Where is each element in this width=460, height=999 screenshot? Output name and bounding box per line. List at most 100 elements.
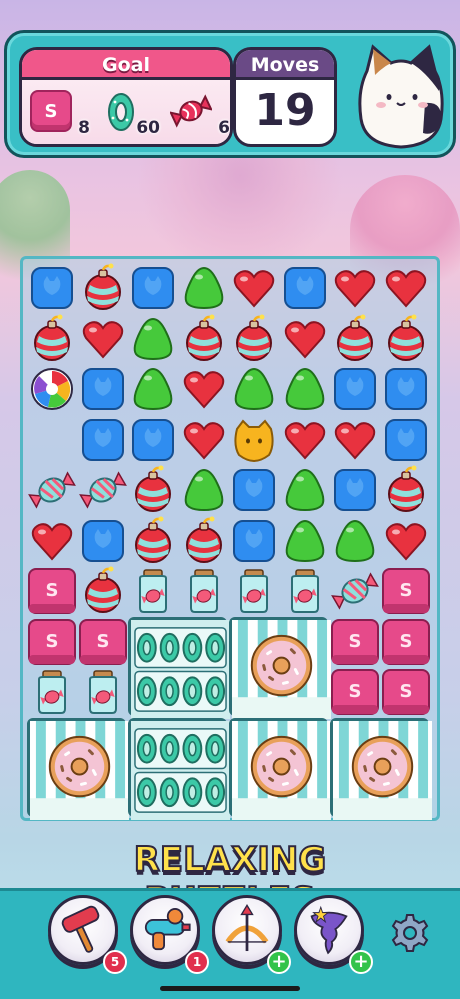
- board-piece-candy[interactable]: [78, 465, 128, 515]
- board-piece-heart[interactable]: [179, 364, 229, 414]
- board-piece-green[interactable]: [229, 364, 279, 414]
- svg-text:S: S: [399, 631, 412, 652]
- goal-count-donut: 60: [136, 118, 160, 138]
- tornado-booster[interactable]: +: [294, 895, 373, 974]
- board-piece-yellow[interactable]: [229, 415, 279, 465]
- board-piece-bomb[interactable]: [128, 465, 178, 515]
- board-piece-stile[interactable]: S: [78, 617, 128, 667]
- board-piece-heart[interactable]: [280, 314, 330, 364]
- goal-item-donut: 60: [98, 88, 164, 138]
- board-piece-blue[interactable]: [229, 516, 279, 566]
- bow-arrow-icon: [225, 903, 269, 952]
- bow-arrow-booster[interactable]: +: [212, 895, 291, 974]
- board-piece-jar[interactable]: [128, 566, 178, 616]
- bow-arrow-add-badge[interactable]: +: [267, 950, 291, 974]
- goal-item-s-tile: S 8: [28, 88, 94, 138]
- board-piece-heart[interactable]: [229, 263, 279, 313]
- board-piece-blue[interactable]: [229, 465, 279, 515]
- svg-text:S: S: [349, 631, 362, 652]
- goal-item-candy: 6: [168, 88, 230, 138]
- water-gun-booster[interactable]: 1: [130, 895, 209, 974]
- board-piece-rainbow[interactable]: [27, 364, 77, 414]
- board-piece-green[interactable]: [179, 263, 229, 313]
- board-piece-blue[interactable]: [381, 364, 431, 414]
- settings-gear-icon[interactable]: [390, 913, 430, 953]
- board-piece-blue[interactable]: [27, 263, 77, 313]
- board-piece-green[interactable]: [280, 465, 330, 515]
- board-piece-bomb[interactable]: [330, 314, 380, 364]
- board-piece-stile[interactable]: S: [381, 566, 431, 616]
- svg-text:S: S: [399, 580, 412, 601]
- board-piece-stile[interactable]: S: [381, 617, 431, 667]
- board-piece-heart[interactable]: [280, 415, 330, 465]
- board-piece-jar[interactable]: [78, 667, 128, 717]
- board-piece-stile[interactable]: S: [27, 617, 77, 667]
- board-piece-candy[interactable]: [27, 465, 77, 515]
- hammer-booster[interactable]: 5: [48, 895, 127, 974]
- board-piece-green[interactable]: [280, 516, 330, 566]
- board-blocker-donut-rings: [128, 717, 230, 820]
- board-blocker-big-donut: [330, 717, 432, 820]
- goal-items: S 8 60 6: [22, 80, 230, 144]
- board-piece-stile[interactable]: S: [330, 617, 380, 667]
- board-piece-jar[interactable]: [229, 566, 279, 616]
- board-piece-bomb[interactable]: [179, 314, 229, 364]
- board-piece-blue[interactable]: [128, 415, 178, 465]
- svg-text:S: S: [399, 681, 412, 702]
- goal-title: Goal: [22, 50, 230, 80]
- background-building: [120, 140, 360, 260]
- board-piece-green[interactable]: [128, 364, 178, 414]
- goal-panel: Goal S 8 60 6: [19, 47, 233, 147]
- board-piece-heart[interactable]: [330, 263, 380, 313]
- board-piece-jar[interactable]: [27, 667, 77, 717]
- tornado-add-badge[interactable]: +: [349, 950, 373, 974]
- board-piece-bomb[interactable]: [381, 314, 431, 364]
- svg-text:S: S: [349, 681, 362, 702]
- home-indicator: [160, 986, 300, 991]
- board-piece-heart[interactable]: [27, 516, 77, 566]
- board-piece-blue[interactable]: [128, 263, 178, 313]
- board-piece-heart[interactable]: [330, 415, 380, 465]
- board-piece-heart[interactable]: [381, 263, 431, 313]
- goal-count-s-tile: 8: [78, 118, 90, 138]
- board-piece-blue[interactable]: [330, 364, 380, 414]
- board-piece-blue[interactable]: [78, 516, 128, 566]
- board-piece-jar[interactable]: [179, 566, 229, 616]
- tornado-icon: [310, 905, 348, 955]
- board-piece-bomb[interactable]: [229, 314, 279, 364]
- board-piece-bomb[interactable]: [128, 516, 178, 566]
- board-piece-bomb[interactable]: [78, 263, 128, 313]
- board-blocker-donut-rings: [128, 616, 230, 719]
- board-piece-heart[interactable]: [78, 314, 128, 364]
- board-piece-green[interactable]: [128, 314, 178, 364]
- board-piece-stile[interactable]: S: [330, 667, 380, 717]
- board-piece-heart[interactable]: [381, 516, 431, 566]
- board-piece-bomb[interactable]: [179, 516, 229, 566]
- top-hud: Goal S 8 60 6 Moves 19: [4, 30, 456, 158]
- board-piece-green[interactable]: [179, 465, 229, 515]
- board-piece-bomb[interactable]: [78, 566, 128, 616]
- board-piece-bomb[interactable]: [381, 465, 431, 515]
- board-piece-stile[interactable]: S: [381, 667, 431, 717]
- board-piece-heart[interactable]: [179, 415, 229, 465]
- s-tile-icon: S: [30, 90, 72, 132]
- board-piece-jar[interactable]: [280, 566, 330, 616]
- board-piece-stile[interactable]: S: [27, 566, 77, 616]
- board-piece-candy[interactable]: [330, 566, 380, 616]
- moves-panel: Moves 19: [233, 47, 337, 147]
- board-piece-blue[interactable]: [330, 465, 380, 515]
- hammer-count-badge: 5: [103, 950, 127, 974]
- board-piece-bomb[interactable]: [27, 314, 77, 364]
- board-piece-blue[interactable]: [78, 364, 128, 414]
- svg-text:S: S: [46, 580, 59, 601]
- board-piece-blue[interactable]: [280, 263, 330, 313]
- svg-text:S: S: [96, 631, 109, 652]
- water-gun-count-badge: 1: [185, 950, 209, 974]
- board-piece-green[interactable]: [330, 516, 380, 566]
- board-piece-blue[interactable]: [78, 415, 128, 465]
- water-gun-icon: [144, 908, 191, 951]
- board-piece-blue[interactable]: [381, 415, 431, 465]
- svg-text:S: S: [46, 631, 59, 652]
- board-piece-green[interactable]: [280, 364, 330, 414]
- booster-bar: 5 1 + +: [0, 888, 460, 999]
